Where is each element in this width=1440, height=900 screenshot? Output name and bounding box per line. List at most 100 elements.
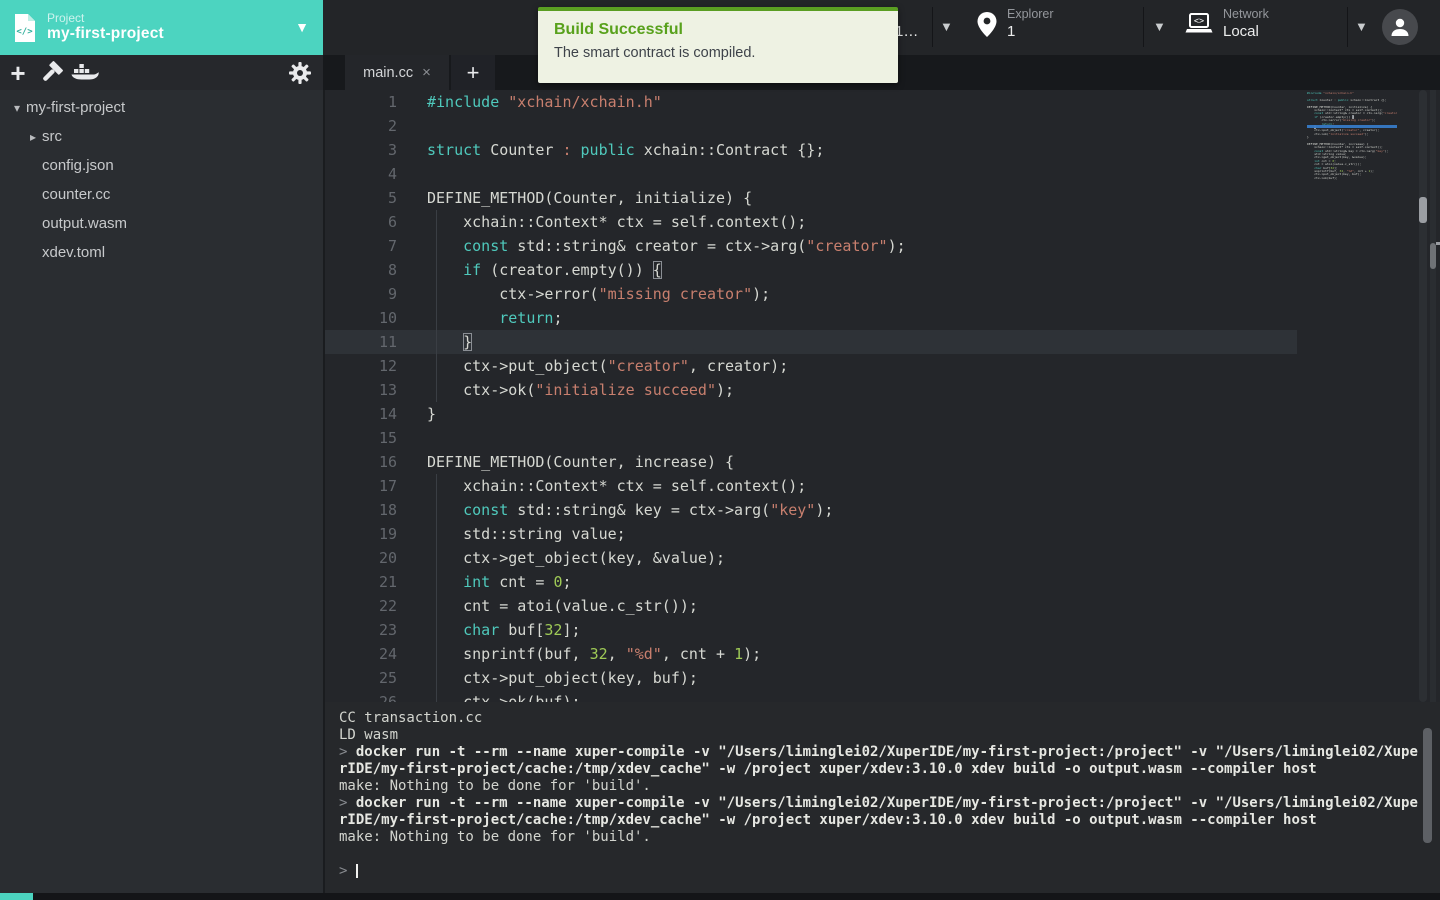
tree-item-output.wasm[interactable]: output.wasm xyxy=(0,209,323,238)
line-number: 6 xyxy=(387,213,397,231)
line-number: 21 xyxy=(378,573,397,591)
line-text xyxy=(427,426,436,450)
line-number: 17 xyxy=(378,477,397,495)
line-text xyxy=(427,114,436,138)
network-label: Network xyxy=(1223,7,1269,21)
line-text: } xyxy=(427,330,472,354)
terminal-panel[interactable]: CC transaction.cc LD wasm > docker run -t … xyxy=(323,702,1440,893)
laptop-network-icon: <> xyxy=(1185,13,1213,33)
tree-item-label: counter.cc xyxy=(42,186,111,203)
person-icon xyxy=(1391,18,1409,36)
editor-scrollbar-thumb[interactable] xyxy=(1419,197,1427,223)
location-pin-icon xyxy=(977,11,997,37)
terminal-line-6: > docker run -t --rm --name xuper-compil… xyxy=(339,795,1418,811)
explorer-selector[interactable]: Explorer 1 xyxy=(976,7,1054,41)
code-line-1[interactable]: 1 #include "xchain/xchain.h" xyxy=(325,90,1440,114)
close-icon[interactable]: × xyxy=(422,64,431,81)
line-number: 9 xyxy=(387,285,397,303)
code-line-22[interactable]: 22 cnt = atoi(value.c_str()); xyxy=(325,594,1440,618)
code-line-26[interactable]: 26 ctx->ok(buf); xyxy=(325,690,1440,702)
minimap-line-3: struct Counter : public xchain::Contract… xyxy=(1307,97,1397,102)
code-line-4[interactable]: 4 xyxy=(325,162,1440,186)
line-text: #include "xchain/xchain.h" xyxy=(1307,92,1354,95)
account-selector[interactable]: 1… xyxy=(895,23,918,40)
line-text: ctx->get_object(key, &value); xyxy=(427,546,725,570)
minimap[interactable]: #include "xchain/xchain.h" struct Counte… xyxy=(1307,92,1397,180)
line-text: ctx->error("missing creator"); xyxy=(427,282,770,306)
code-line-10[interactable]: 10 return; xyxy=(325,306,1440,330)
chevron-down-icon[interactable]: ▼ xyxy=(1153,19,1166,34)
tree-item-my-first-project[interactable]: ▾ my-first-project xyxy=(0,93,323,122)
tree-item-label: my-first-project xyxy=(26,99,126,116)
project-selector[interactable]: </> Project my-first-project ▼ xyxy=(0,0,323,55)
chevron-right-icon[interactable]: ▸ xyxy=(24,130,42,144)
network-selector[interactable]: <> Network Local xyxy=(1184,7,1269,41)
code-editor[interactable]: 1 #include "xchain/xchain.h" 2 3 struct Cou… xyxy=(323,90,1440,702)
project-label: Project xyxy=(47,10,85,25)
line-text: int cnt = 0; xyxy=(427,570,572,594)
code-line-25[interactable]: 25 ctx->put_object(key, buf); xyxy=(325,666,1440,690)
line-text: struct Counter : public xchain::Contract… xyxy=(1307,97,1387,102)
line-text: ctx->ok(buf); xyxy=(1307,175,1338,180)
line-text: std::string value; xyxy=(427,522,626,546)
code-line-17[interactable]: 17 xchain::Context* ctx = self.context()… xyxy=(325,474,1440,498)
code-line-15[interactable]: 15 xyxy=(325,426,1440,450)
code-line-14[interactable]: 14} xyxy=(325,402,1440,426)
code-line-20[interactable]: 20 ctx->get_object(key, &value); xyxy=(325,546,1440,570)
file-tree: ▾ my-first-project ▸ src config.json counter.… xyxy=(0,90,323,893)
code-line-5[interactable]: 5 DEFINE_METHOD(Counter, initialize) { xyxy=(325,186,1440,210)
svg-text:</>: </> xyxy=(16,27,33,37)
code-line-18[interactable]: 18 const std::string& key = ctx->arg("ke… xyxy=(325,498,1440,522)
code-line-13[interactable]: 13 ctx->ok("initialize succeed"); xyxy=(325,378,1440,402)
tree-item-src[interactable]: ▸ src xyxy=(0,122,323,151)
code-line-2[interactable]: 2 xyxy=(325,114,1440,138)
code-line-19[interactable]: 19 std::string value; xyxy=(325,522,1440,546)
line-number: 12 xyxy=(378,357,397,375)
build-button[interactable] xyxy=(34,56,68,90)
new-tab-button[interactable]: + xyxy=(451,55,495,90)
line-text: ctx->ok("initialize succeed"); xyxy=(1307,131,1369,136)
code-line-6[interactable]: 6 xchain::Context* ctx = self.context(); xyxy=(325,210,1440,234)
tree-item-label: xdev.toml xyxy=(42,244,106,261)
code-line-23[interactable]: 23 char buf[32]; xyxy=(325,618,1440,642)
svg-text:<>: <> xyxy=(1194,17,1204,27)
code-line-21[interactable]: 21 int cnt = 0; xyxy=(325,570,1440,594)
chevron-down-icon: ▼ xyxy=(295,19,309,35)
code-line-16[interactable]: 16 DEFINE_METHOD(Counter, increase) { xyxy=(325,450,1440,474)
line-text: ctx->put_object("creator", creator); xyxy=(427,354,788,378)
editor-scrollbar-track[interactable] xyxy=(1419,90,1427,702)
line-number: 3 xyxy=(387,141,397,159)
terminal-scrollbar-thumb[interactable] xyxy=(1423,728,1432,843)
new-file-button[interactable]: + xyxy=(0,56,34,90)
line-number: 11 xyxy=(378,333,397,351)
line-text: if (creator.empty()) { xyxy=(427,258,662,282)
tree-item-config.json[interactable]: config.json xyxy=(0,151,323,180)
line-number: 24 xyxy=(378,645,397,663)
terminal-line-1: CC transaction.cc xyxy=(339,710,483,726)
line-number: 13 xyxy=(378,381,397,399)
terminal-line-5: make: Nothing to be done for 'build'. xyxy=(339,778,651,794)
chevron-down-icon[interactable]: ▾ xyxy=(8,101,26,115)
code-line-11[interactable]: 11 } xyxy=(325,330,1440,354)
settings-button[interactable] xyxy=(283,55,317,90)
code-line-9[interactable]: 9 ctx->error("missing creator"); xyxy=(325,282,1440,306)
tree-item-xdev.toml[interactable]: xdev.toml xyxy=(0,238,323,267)
code-line-3[interactable]: 3 struct Counter : public xchain::Contrac… xyxy=(325,138,1440,162)
code-line-8[interactable]: 8 if (creator.empty()) { xyxy=(325,258,1440,282)
line-text: #include "xchain/xchain.h" xyxy=(427,93,662,111)
explorer-label: Explorer xyxy=(1007,7,1054,21)
chevron-down-icon[interactable]: ▼ xyxy=(940,19,953,34)
user-avatar[interactable] xyxy=(1382,9,1418,45)
line-text: ctx->ok(buf); xyxy=(427,690,581,702)
line-text: ctx->put_object(key, buf); xyxy=(427,666,698,690)
code-line-12[interactable]: 12 ctx->put_object("creator", creator); xyxy=(325,354,1440,378)
tab-main-cc[interactable]: main.cc × xyxy=(345,55,449,90)
scroll-position-tick xyxy=(1436,242,1440,245)
tree-item-counter.cc[interactable]: counter.cc xyxy=(0,180,323,209)
deploy-button[interactable] xyxy=(68,56,102,90)
chevron-down-icon[interactable]: ▼ xyxy=(1355,19,1368,34)
line-text: const std::string& creator = ctx->arg("c… xyxy=(427,234,906,258)
overview-ruler-thumb[interactable] xyxy=(1430,243,1436,269)
code-line-24[interactable]: 24 snprintf(buf, 32, "%d", cnt + 1); xyxy=(325,642,1440,666)
code-line-7[interactable]: 7 const std::string& creator = ctx->arg(… xyxy=(325,234,1440,258)
